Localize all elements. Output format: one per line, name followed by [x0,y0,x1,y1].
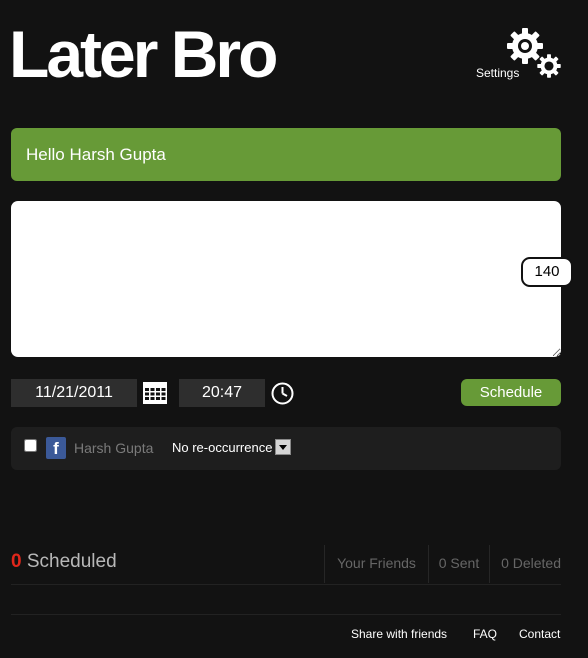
small-gear-icon [537,54,561,78]
tab-your-friends[interactable]: Your Friends [324,545,428,583]
scheduled-summary: 0 Scheduled [11,551,117,573]
app-logo: Later Bro [9,17,278,91]
contact-link[interactable]: Contact [519,627,560,641]
date-input[interactable] [11,379,137,407]
settings-label: Settings [476,66,520,80]
scheduled-count: 0 [11,551,22,572]
recurrence-selected-value: No re-occurrence [172,440,273,455]
message-input[interactable] [11,201,561,357]
chevron-down-icon [275,439,291,455]
tab-sent[interactable]: 0 Sent [428,545,489,583]
account-checkbox[interactable] [24,439,37,452]
recurrence-select[interactable]: No re-occurrence [169,439,293,457]
calendar-icon[interactable] [143,382,167,404]
account-name: Harsh Gupta [74,440,154,456]
divider [11,614,561,615]
clock-icon[interactable] [271,382,294,405]
time-input[interactable] [179,379,265,407]
tab-deleted[interactable]: 0 Deleted [489,545,563,583]
greeting-banner: Hello Harsh Gupta [11,128,561,181]
settings-button[interactable]: Settings [470,26,570,86]
schedule-button[interactable]: Schedule [461,379,561,406]
character-counter: 140 [521,257,573,287]
divider [11,584,561,585]
share-with-friends-link[interactable]: Share with friends [351,627,447,641]
facebook-icon: f [46,437,66,459]
account-row: f Harsh Gupta No re-occurrence [11,427,561,470]
scheduled-label: Scheduled [26,551,117,572]
faq-link[interactable]: FAQ [473,627,497,641]
